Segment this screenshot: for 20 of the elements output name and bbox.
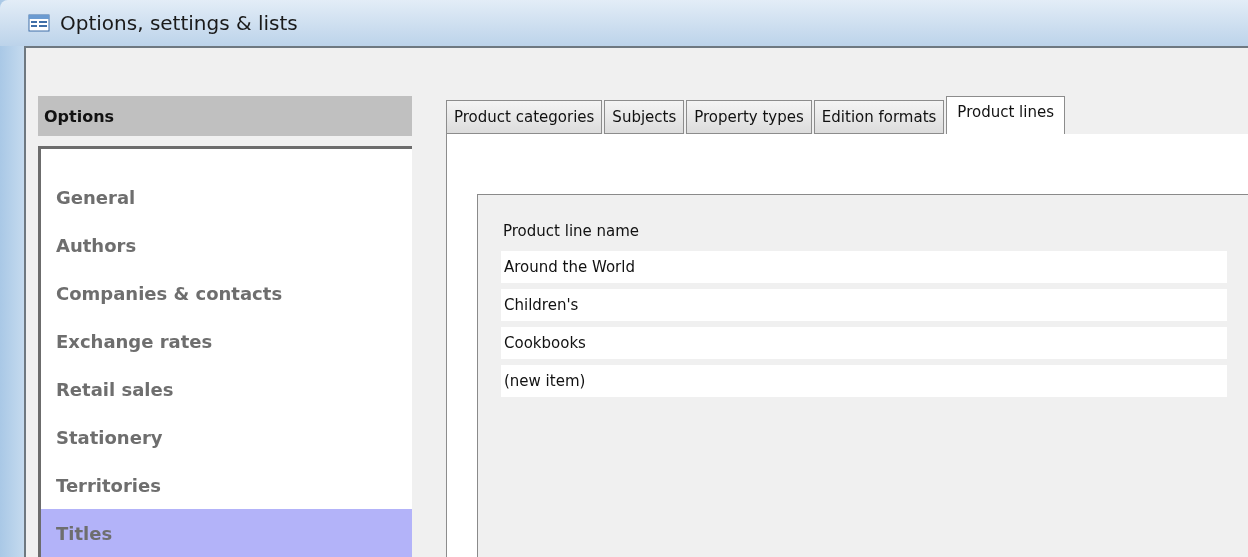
options-header: Options (38, 96, 412, 136)
table-row[interactable]: Around the World (501, 251, 1227, 283)
column-header: Product line name (502, 221, 641, 242)
tab[interactable]: Edition formats (813, 100, 945, 134)
sidebar-item[interactable]: Stationery (41, 413, 412, 461)
table-row[interactable]: Children's (501, 289, 1227, 321)
tab[interactable]: Product lines (946, 96, 1065, 134)
sidebar-item[interactable]: General (41, 173, 412, 221)
sidebar-item[interactable]: Territories (41, 461, 412, 509)
form-icon (28, 14, 50, 32)
table-row[interactable]: (new item) (501, 365, 1227, 397)
tab[interactable]: Property types (686, 100, 812, 134)
sidebar-item[interactable]: Exchange rates (41, 317, 412, 365)
sidebar-item[interactable]: Retail sales (41, 365, 412, 413)
sidebar-item[interactable]: Authors (41, 221, 412, 269)
table-row[interactable]: Cookbooks (501, 327, 1227, 359)
tab[interactable]: Product categories (446, 100, 603, 134)
sidebar-item[interactable]: Companies & contacts (41, 269, 412, 317)
window-title: Options, settings & lists (60, 11, 298, 35)
tab[interactable]: Subjects (604, 100, 685, 134)
